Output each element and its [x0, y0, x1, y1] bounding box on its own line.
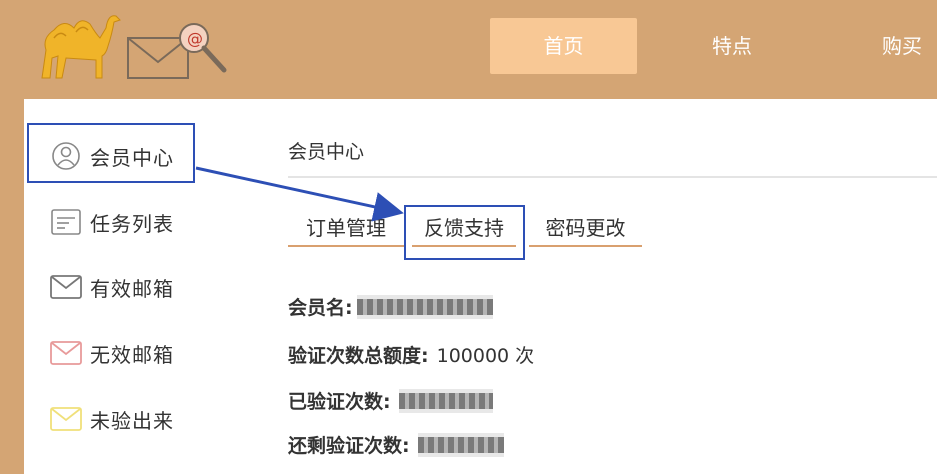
highlight-box-member-center	[27, 123, 195, 183]
envelope-unverified-icon	[50, 403, 82, 435]
envelope-valid-icon	[50, 271, 82, 303]
redacted-member-name	[356, 294, 493, 319]
envelope-invalid-icon	[50, 337, 82, 369]
sidebar-item-label: 未验出来	[90, 408, 174, 433]
sidebar-item-valid-email[interactable]: 有效邮箱	[50, 267, 174, 307]
redacted-remaining-count	[417, 432, 504, 457]
member-name-label: 会员名:	[288, 297, 353, 319]
quota-label: 验证次数总额度:	[288, 345, 429, 367]
divider	[288, 176, 937, 178]
remaining-count-label: 还剩验证次数:	[288, 435, 410, 457]
sidebar-item-task-list[interactable]: 任务列表	[50, 202, 174, 242]
quota-row: 验证次数总额度: 100000 次	[288, 341, 534, 368]
header: @ 首页 特点 购买	[0, 0, 937, 99]
sidebar-item-label: 无效邮箱	[90, 342, 174, 367]
task-list-icon	[50, 206, 82, 238]
nav-features[interactable]: 特点	[672, 18, 792, 74]
sidebar-item-label: 有效邮箱	[90, 276, 174, 301]
page-title: 会员中心	[288, 141, 365, 163]
sidebar-item-unverified-email[interactable]: 未验出来	[50, 399, 174, 439]
used-count-row: 已验证次数:	[288, 387, 493, 414]
nav-home[interactable]: 首页	[490, 18, 637, 74]
highlight-box-feedback-support	[404, 205, 525, 260]
nav-buy[interactable]: 购买	[862, 18, 937, 74]
camel-logo-icon[interactable]	[36, 8, 122, 82]
remaining-count-row: 还剩验证次数:	[288, 431, 504, 458]
sidebar-item-invalid-email[interactable]: 无效邮箱	[50, 333, 174, 373]
quota-value: 100000 次	[436, 345, 535, 367]
tab-order-management[interactable]: 订单管理	[288, 209, 404, 247]
svg-text:@: @	[187, 29, 203, 48]
mail-search-logo-icon: @	[127, 23, 227, 79]
used-count-label: 已验证次数:	[288, 391, 391, 413]
redacted-used-count	[398, 388, 493, 413]
member-name-row: 会员名:	[288, 293, 493, 320]
sidebar-item-label: 任务列表	[90, 211, 174, 236]
tab-change-password[interactable]: 密码更改	[529, 209, 642, 247]
